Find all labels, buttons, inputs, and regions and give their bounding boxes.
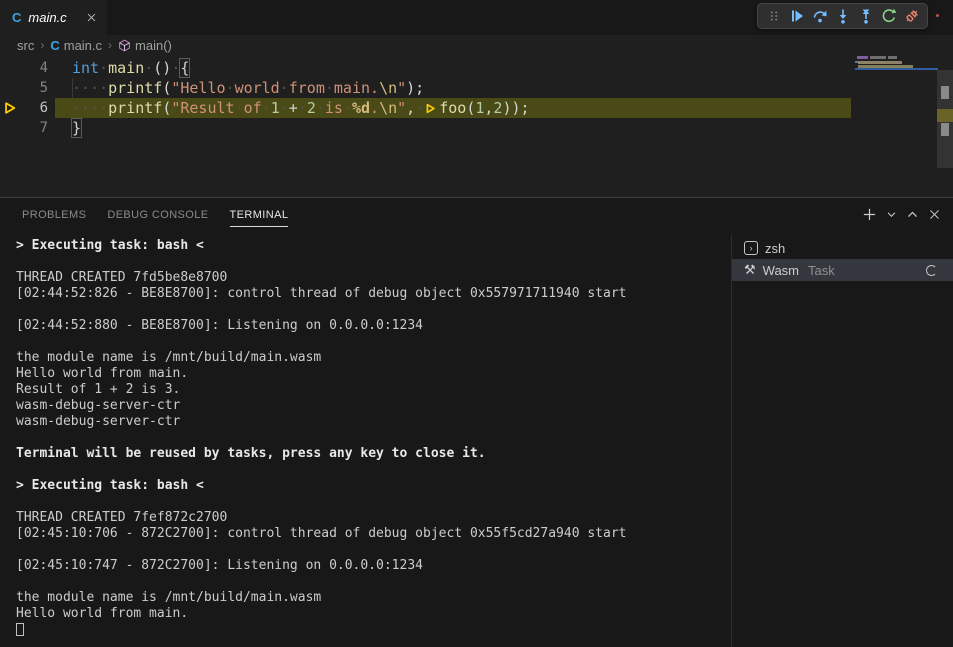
terminal-line: [02:44:52:826 - BE8E8700]: control threa… — [16, 286, 720, 302]
minimap[interactable] — [855, 55, 937, 197]
terminal-line: [02:44:52:880 - BE8E8700]: Listening on … — [16, 318, 720, 334]
restart-button[interactable] — [877, 5, 900, 27]
terminal-line: THREAD CREATED 7fd5be8e8700 — [16, 270, 720, 286]
step-over-button[interactable] — [808, 5, 831, 27]
bottom-panel: PROBLEMS DEBUG CONSOLE TERMINAL > Executin… — [0, 197, 953, 647]
terminal-icon: › — [744, 241, 758, 255]
terminal-line — [16, 494, 720, 510]
terminal-line: Result of 1 + 2 is 3. — [16, 382, 720, 398]
breadcrumb-label: src — [17, 38, 34, 53]
terminal-line: [02:45:10:747 - 872C2700]: Listening on … — [16, 558, 720, 574]
symbol-cube-icon — [118, 39, 131, 52]
panel-actions — [862, 207, 941, 222]
panel-divider — [731, 235, 732, 647]
panel-tab-terminal[interactable]: TERMINAL — [230, 209, 289, 227]
code-text: } — [48, 118, 81, 138]
task-spinner-icon — [926, 265, 937, 276]
terminal-line: > Executing task: bash < — [16, 478, 720, 494]
terminal-line — [16, 574, 720, 590]
minimap-mark — [858, 61, 902, 64]
terminal-line: Terminal will be reused by tasks, press … — [16, 446, 720, 462]
step-into-button[interactable] — [831, 5, 854, 27]
line-number: 5 — [0, 78, 48, 98]
c-file-icon: C — [50, 38, 59, 53]
debug-toolbar — [757, 3, 928, 29]
c-file-icon: C — [12, 10, 21, 25]
terminal-line — [16, 254, 720, 270]
code-text: ····printf("Hello·world·from·main.\n"); — [48, 78, 424, 98]
terminal-desc: Task — [808, 263, 835, 278]
breadcrumb-item-mainc[interactable]: Cmain.c — [50, 38, 102, 53]
tools-icon: ⚒ — [744, 263, 756, 278]
panel-tabs: PROBLEMS DEBUG CONSOLE TERMINAL — [0, 198, 953, 227]
editor-scrollbar[interactable] — [937, 55, 953, 197]
minimap-mark — [855, 68, 938, 70]
terminal-list-item-zsh[interactable]: › zsh — [732, 237, 953, 259]
terminal-line — [16, 462, 720, 478]
code-editor[interactable]: 4int·main·()·{5····printf("Hello·world·f… — [0, 55, 953, 197]
terminal-list-item-wasm[interactable]: ⚒ Wasm Task — [732, 259, 953, 281]
breadcrumb-label: main() — [135, 38, 172, 53]
minimap-mark — [888, 56, 897, 59]
terminal-line: THREAD CREATED 7fef872c2700 — [16, 510, 720, 526]
overview-ruler-mark — [937, 109, 953, 122]
terminal-line: > Executing task: bash < — [16, 238, 720, 254]
new-terminal-button[interactable] — [862, 207, 877, 222]
disconnect-button[interactable] — [900, 5, 923, 27]
panel-tab-debug-console[interactable]: DEBUG CONSOLE — [107, 209, 208, 227]
line-number: 4 — [0, 58, 48, 78]
step-out-button[interactable] — [854, 5, 877, 27]
vscode-window: C main.c src › Cmain.c › main() 4int·main·()… — [0, 0, 953, 647]
breadcrumb: src › Cmain.c › main() — [0, 35, 953, 55]
terminal-label: zsh — [765, 241, 785, 256]
terminal-dropdown-button[interactable] — [886, 209, 897, 220]
close-panel-button[interactable] — [928, 208, 941, 221]
terminal-label: Wasm — [763, 263, 799, 278]
minimap-mark — [870, 56, 886, 59]
terminal-line: Hello world from main. — [16, 606, 720, 622]
terminal-output[interactable]: > Executing task: bash < THREAD CREATED … — [0, 238, 720, 638]
terminal-line — [16, 542, 720, 558]
notification-dot — [936, 14, 939, 17]
code-text: ····printf("Result·of·1·+·2·is·%d.\n",·f… — [48, 98, 530, 118]
breadcrumb-separator: › — [107, 38, 113, 52]
code-line-7: 7} — [0, 118, 953, 138]
line-number: 7 — [0, 118, 48, 138]
terminal-line: wasm-debug-server-ctr — [16, 414, 720, 430]
code-line-5: 5····printf("Hello·world·from·main.\n"); — [0, 78, 953, 98]
panel-header: PROBLEMS DEBUG CONSOLE TERMINAL — [0, 198, 953, 235]
terminal-line: [02:45:10:706 - 872C2700]: control threa… — [16, 526, 720, 542]
tab-close-icon[interactable] — [86, 12, 97, 23]
tab-label: main.c — [28, 10, 66, 25]
terminal-line — [16, 430, 720, 446]
overview-ruler-mark — [941, 123, 949, 136]
terminal-line — [16, 622, 720, 638]
panel-tab-problems[interactable]: PROBLEMS — [22, 209, 86, 227]
code-lines: 4int·main·()·{5····printf("Hello·world·f… — [0, 55, 953, 138]
maximize-panel-button[interactable] — [906, 208, 919, 221]
terminal-line: the module name is /mnt/build/main.wasm — [16, 350, 720, 366]
code-line-6: 6····printf("Result·of·1·+·2·is·%d.\n",·… — [0, 98, 953, 118]
overview-ruler-mark — [941, 86, 949, 99]
tab-main-c[interactable]: C main.c — [0, 0, 107, 35]
gripper-button[interactable] — [762, 5, 785, 27]
breadcrumb-item-main[interactable]: main() — [118, 38, 172, 53]
terminal-line: wasm-debug-server-ctr — [16, 398, 720, 414]
terminal-line: the module name is /mnt/build/main.wasm — [16, 590, 720, 606]
debug-current-line-arrow-icon — [3, 101, 17, 115]
code-line-4: 4int·main·()·{ — [0, 58, 953, 78]
code-text: int·main·()·{ — [48, 58, 189, 78]
terminal-line: Hello world from main. — [16, 366, 720, 382]
terminal-line — [16, 302, 720, 318]
terminal-line — [16, 334, 720, 350]
inline-breakpoint-icon — [424, 99, 439, 117]
terminal-cursor — [16, 623, 24, 636]
terminal-list: › zsh ⚒ Wasm Task — [732, 237, 953, 281]
breadcrumb-label: main.c — [64, 38, 102, 53]
breadcrumb-separator: › — [39, 38, 45, 52]
continue-button[interactable] — [785, 5, 808, 27]
minimap-mark — [857, 56, 868, 59]
breadcrumb-item-src[interactable]: src — [17, 38, 34, 53]
